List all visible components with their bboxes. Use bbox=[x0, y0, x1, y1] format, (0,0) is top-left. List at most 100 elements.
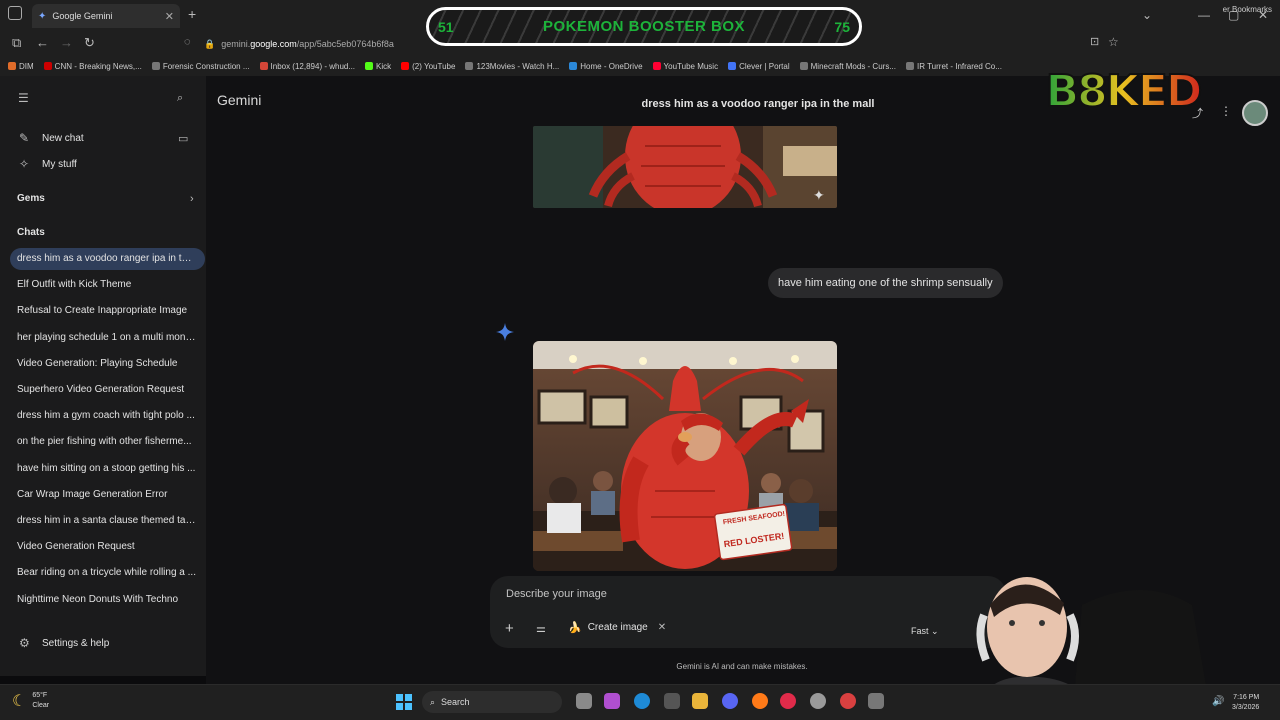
create-image-chip[interactable]: 🍌 Create image ✕ bbox=[568, 621, 666, 634]
url-domain: google.com bbox=[250, 39, 297, 49]
discord-icon[interactable] bbox=[722, 693, 738, 709]
start-button[interactable] bbox=[396, 694, 412, 710]
media-player-icon[interactable] bbox=[780, 693, 796, 709]
new-tab-icon[interactable]: + bbox=[188, 6, 196, 22]
my-stuff-button[interactable]: My stuff bbox=[42, 159, 162, 170]
mode-selector[interactable]: Fast ⌄ bbox=[911, 626, 939, 637]
chat-item[interactable]: Nighttime Neon Donuts With Techno bbox=[17, 594, 197, 605]
bookmark-item[interactable]: YouTube Music bbox=[652, 62, 718, 71]
bookmark-label: Clever | Portal bbox=[739, 61, 790, 71]
install-app-icon[interactable]: ⊡ bbox=[1090, 35, 1099, 48]
avatar[interactable] bbox=[1242, 100, 1268, 126]
chat-item[interactable]: Refusal to Create Inappropriate Image bbox=[17, 305, 197, 316]
gemini-favicon-icon: ✦ bbox=[38, 10, 47, 22]
other-bookmarks[interactable]: er Bookmarks bbox=[1223, 5, 1272, 14]
bookmark-item[interactable]: Forensic Construction ... bbox=[151, 61, 250, 71]
bookmark-favicon-icon bbox=[569, 62, 578, 70]
tab-search-icon[interactable]: ⌄ bbox=[1142, 8, 1152, 22]
system-clock[interactable]: 7:16 PM 3/3/2026 bbox=[1232, 693, 1259, 713]
close-tab-icon[interactable]: ✕ bbox=[165, 10, 174, 23]
forward-icon[interactable]: → bbox=[60, 35, 73, 50]
edge-icon[interactable] bbox=[634, 693, 650, 709]
settings-app-icon[interactable] bbox=[810, 693, 826, 709]
reload-icon[interactable]: ↻ bbox=[84, 35, 95, 51]
share-icon[interactable]: ⤴ bbox=[1192, 105, 1203, 121]
search-icon: ⌕ bbox=[430, 696, 436, 707]
chat-item[interactable]: her playing schedule 1 on a multi monit.… bbox=[17, 332, 197, 343]
bookmark-item[interactable]: Inbox (12,894) - whud... bbox=[259, 62, 355, 71]
settings-gear-icon: ⚙ bbox=[19, 636, 30, 650]
chat-item[interactable]: Video Generation Request bbox=[17, 541, 197, 552]
chat-item[interactable]: dress him a gym coach with tight polo ..… bbox=[17, 410, 197, 421]
gemini-sidebar: ☰ ⌕ ✎ New chat ▭ ✧ My stuff Gems › Chats… bbox=[0, 76, 206, 676]
settings-help-button[interactable]: Settings & help bbox=[42, 638, 162, 649]
user-message-bubble: have him eating one of the shrimp sensua… bbox=[768, 268, 1003, 298]
search-icon[interactable]: ⌕ bbox=[177, 92, 183, 105]
app-icon-red[interactable] bbox=[840, 693, 856, 709]
create-image-label: Create image bbox=[587, 622, 648, 633]
bookmark-label: IR Turret - Infrared Co... bbox=[917, 61, 1002, 71]
chat-item-active[interactable]: dress him as a voodoo ranger ipa in the.… bbox=[17, 253, 197, 264]
chat-item[interactable]: Elf Outfit with Kick Theme bbox=[17, 279, 197, 290]
more-options-icon[interactable]: ⋮ bbox=[1220, 104, 1232, 118]
bookmark-item[interactable]: (2) YouTube bbox=[401, 62, 455, 71]
firefox-icon[interactable] bbox=[752, 693, 768, 709]
lock-icon: 🔒 bbox=[204, 38, 216, 49]
chat-item[interactable]: dress him in a santa clause themed tan..… bbox=[17, 515, 197, 526]
chevron-right-icon[interactable]: › bbox=[190, 193, 194, 205]
copilot-icon[interactable] bbox=[604, 693, 620, 709]
add-attachment-icon[interactable]: + bbox=[505, 620, 514, 637]
windows-taskbar: ☾ 65°F Clear ⌕ Search 🔊 7:16 PM 3/3/2026 bbox=[0, 684, 1280, 720]
bookmark-label: 123Movies - Watch H... bbox=[476, 61, 560, 71]
task-view-icon[interactable] bbox=[576, 693, 592, 709]
bookmark-item[interactable]: CNN - Breaking News,... bbox=[43, 62, 142, 71]
close-chip-icon[interactable]: ✕ bbox=[658, 622, 666, 633]
bookmark-item[interactable]: Kick bbox=[365, 62, 391, 71]
volume-icon[interactable]: 🔊 bbox=[1212, 696, 1224, 707]
chats-header: Chats bbox=[17, 227, 45, 238]
generated-image-previous[interactable]: ✦ bbox=[533, 126, 837, 208]
temporary-chat-icon[interactable]: ▭ bbox=[178, 132, 188, 145]
bookmark-item[interactable]: 123Movies - Watch H... bbox=[465, 62, 559, 71]
lobster-body-image: ✦ bbox=[533, 126, 837, 208]
bookmark-item[interactable]: DIM bbox=[8, 62, 34, 71]
menu-icon[interactable]: ☰ bbox=[18, 91, 29, 105]
bookmark-item[interactable]: Home - OneDrive bbox=[569, 62, 643, 71]
tools-icon[interactable]: ⚌ bbox=[536, 622, 546, 635]
chat-item[interactable]: have him sitting on a stoop getting his … bbox=[17, 463, 197, 474]
chat-item[interactable]: Video Generation: Playing Schedule bbox=[17, 358, 197, 369]
chat-item[interactable]: Car Wrap Image Generation Error bbox=[17, 489, 197, 500]
chat-item[interactable]: Bear riding on a tricycle while rolling … bbox=[17, 567, 197, 578]
new-chat-button[interactable]: New chat bbox=[42, 133, 162, 144]
chat-item[interactable]: on the pier fishing with other fisherme.… bbox=[17, 436, 197, 447]
taskbar-search[interactable]: ⌕ Search bbox=[422, 691, 562, 713]
bookmark-favicon-icon bbox=[728, 62, 737, 70]
weather-widget[interactable]: ☾ 65°F Clear bbox=[12, 691, 49, 711]
bookmark-label: (2) YouTube bbox=[412, 61, 456, 71]
minimize-icon[interactable]: — bbox=[1198, 8, 1210, 22]
bookmark-item[interactable]: IR Turret - Infrared Co... bbox=[906, 62, 1002, 71]
my-stuff-icon: ✧ bbox=[19, 157, 30, 171]
sidebar-toggle-icon[interactable]: ⧉ bbox=[12, 35, 21, 51]
mode-label: Fast bbox=[911, 626, 929, 636]
store-icon[interactable] bbox=[664, 693, 680, 709]
banana-icon: 🍌 bbox=[568, 622, 582, 634]
chat-item[interactable]: Superhero Video Generation Request bbox=[17, 384, 197, 395]
bookmark-item[interactable]: Minecraft Mods - Curs... bbox=[799, 62, 896, 71]
lobster-costume-image bbox=[533, 341, 837, 571]
site-info-icon[interactable]: ◌ bbox=[184, 36, 191, 48]
url-prefix: gemini. bbox=[221, 39, 251, 49]
tab-actions-icon[interactable] bbox=[8, 6, 22, 20]
app-icon-gray[interactable] bbox=[868, 693, 884, 709]
clock-time: 7:16 PM bbox=[1233, 694, 1260, 701]
gems-header[interactable]: Gems bbox=[17, 193, 45, 204]
bookmark-star-icon[interactable]: ☆ bbox=[1108, 35, 1119, 49]
prompt-input[interactable]: Describe your image bbox=[506, 588, 607, 600]
bookmark-label: Forensic Construction ... bbox=[162, 61, 250, 71]
bookmark-favicon-icon bbox=[652, 62, 661, 70]
generated-image-lobster[interactable]: FRESH SEAFOOD! RED LOSTER! bbox=[533, 341, 837, 571]
tab-gemini[interactable]: ✦ Google Gemini ✕ bbox=[32, 4, 180, 28]
back-icon[interactable]: ← bbox=[36, 35, 49, 50]
file-explorer-icon[interactable] bbox=[692, 693, 708, 709]
bookmark-item[interactable]: Clever | Portal bbox=[728, 62, 790, 71]
